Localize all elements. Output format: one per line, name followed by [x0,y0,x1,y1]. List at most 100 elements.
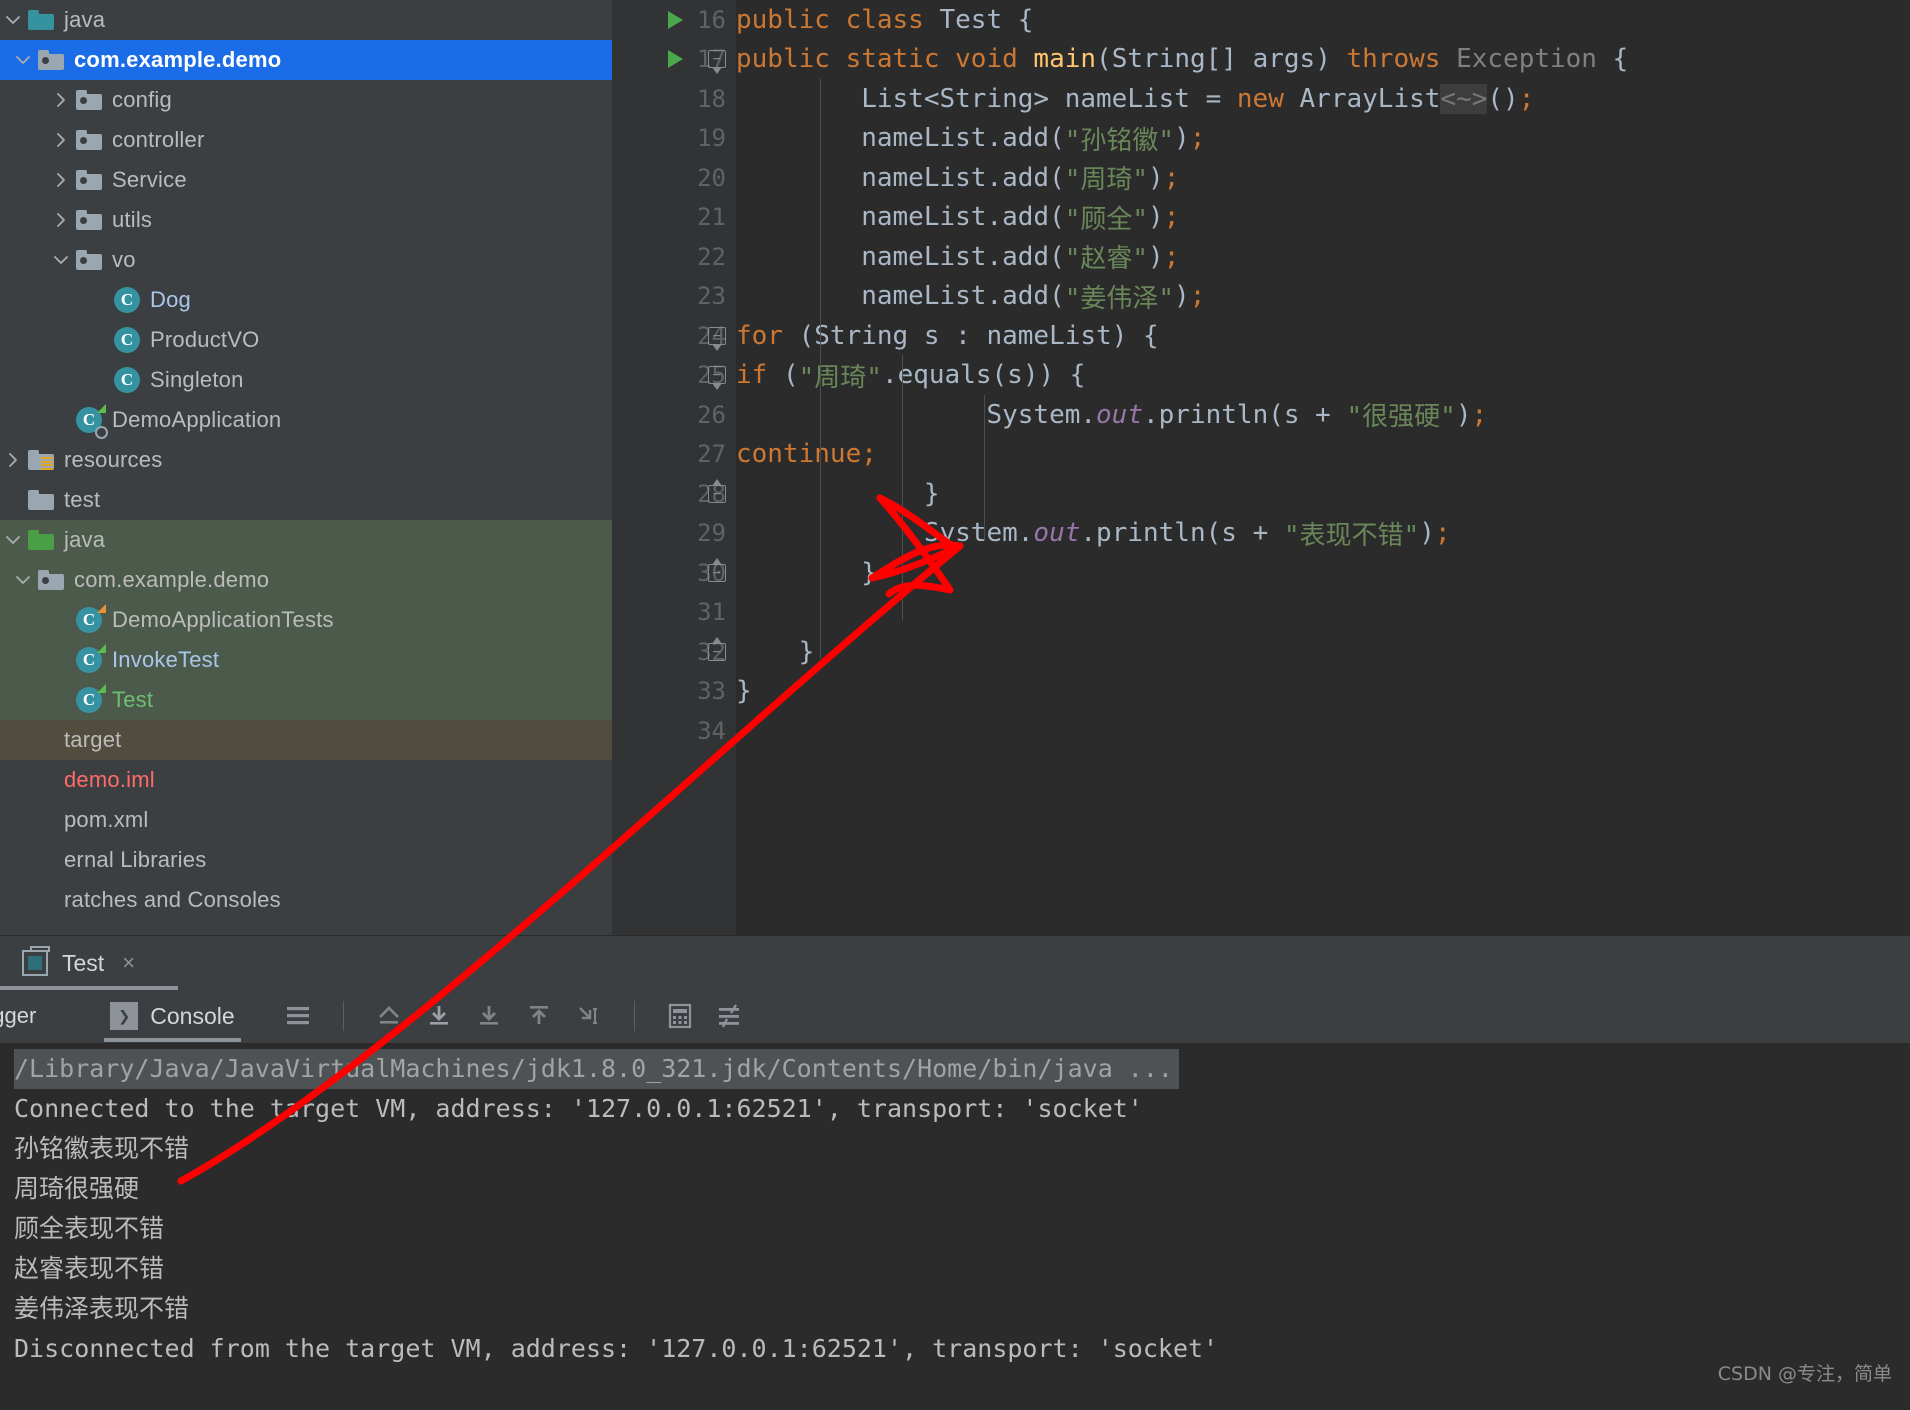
fold-collapse-icon[interactable]: − [708,642,726,661]
tree-item-resources[interactable]: resources [0,440,612,480]
run-gutter-icon[interactable] [668,50,683,69]
gutter-line-28[interactable]: −28 [612,474,736,514]
tree-item-com-example-demo[interactable]: com.example.demo [0,560,612,600]
console-output[interactable]: /Library/Java/JavaVirtualMachines/jdk1.8… [0,1043,1910,1410]
run-tab-test[interactable]: Test × [0,936,178,990]
editor-gutter[interactable]: 16 −17 18 19 20 21 22 23 −24−25 26 27 −28 29 −30 31 −32… [612,0,736,935]
gutter-line-30[interactable]: −30 [612,553,736,593]
fold-collapse-icon[interactable]: − [708,326,726,345]
tree-item-service[interactable]: Service [0,160,612,200]
tab-debugger[interactable]: ugger [0,990,36,1042]
code-line-22[interactable]: nameList.add("赵睿"); [736,237,1910,277]
gutter-line-25[interactable]: −25 [612,356,736,396]
tree-item-pom-xml[interactable]: pom.xml [0,800,612,840]
chevron-right-icon[interactable] [48,200,74,240]
gutter-line-20[interactable]: 20 [612,158,736,198]
code-line-25[interactable]: if ("周琦" .equals(s)) { [736,356,1910,396]
gutter-line-17[interactable]: −17 [612,40,736,80]
chevron-down-icon[interactable] [10,560,36,600]
scroll-down-icon[interactable] [424,1001,454,1031]
chevron-down-icon[interactable] [0,520,26,560]
gutter-line-22[interactable]: 22 [612,237,736,277]
code-line-20[interactable]: nameList.add("周琦"); [736,158,1910,198]
tree-item-demo-iml[interactable]: demo.iml [0,760,612,800]
gutter-line-31[interactable]: 31 [612,593,736,633]
gutter-line-18[interactable]: 18 [612,79,736,119]
chevron-right-icon[interactable] [48,160,74,200]
tree-item-invoketest[interactable]: C InvokeTest [0,640,612,680]
chevron-down-icon[interactable] [10,40,36,80]
print-lines-icon[interactable] [283,1001,313,1031]
settings-lines-icon[interactable] [715,1001,745,1031]
fold-collapse-icon[interactable]: − [708,366,726,385]
tree-item-demoapplication[interactable]: C DemoApplication [0,400,612,440]
code-line-34[interactable] [736,711,1910,751]
code-line-30[interactable]: } [736,553,1910,593]
project-tree-panel[interactable]: java com.example.demo config controller Serv… [0,0,612,935]
chevron-right-icon[interactable] [48,120,74,160]
rerun-icon[interactable] [374,1001,404,1031]
code-line-19[interactable]: nameList.add("孙铭徽"); [736,119,1910,159]
step-up-icon[interactable] [524,1001,554,1031]
project-tree-list[interactable]: java com.example.demo config controller Serv… [0,0,612,920]
console-action-icons[interactable] [283,1001,745,1031]
tree-item-productvo[interactable]: C ProductVO [0,320,612,360]
code-line-24[interactable]: for (String s : nameList) { [736,316,1910,356]
tree-item-controller[interactable]: controller [0,120,612,160]
gutter-line-33[interactable]: 33 [612,672,736,712]
step-down-icon[interactable] [474,1001,504,1031]
code-line-26[interactable]: System. out .println(s + "很强硬"); [736,395,1910,435]
code-line-28[interactable]: } [736,474,1910,514]
code-editor[interactable]: 16 −17 18 19 20 21 22 23 −24−25 26 27 −28 29 −30 31 −32… [612,0,1910,935]
tree-item-test[interactable]: test [0,480,612,520]
gutter-line-21[interactable]: 21 [612,198,736,238]
soft-wrap-icon[interactable] [574,1001,604,1031]
gutter-line-29[interactable]: 29 [612,514,736,554]
gutter-line-34[interactable]: 34 [612,711,736,751]
tree-item-ernal-libraries[interactable]: ernal Libraries [0,840,612,880]
gutter-line-27[interactable]: 27 [612,435,736,475]
tree-item-config[interactable]: config [0,80,612,120]
fold-collapse-icon[interactable]: − [708,484,726,503]
console-toolbar[interactable]: ugger ❯ Console [0,990,1910,1042]
tree-item-dog[interactable]: C Dog [0,280,612,320]
code-line-16[interactable]: public class Test { [736,0,1910,40]
run-gutter-icon[interactable] [668,10,683,29]
code-line-23[interactable]: nameList.add("姜伟泽"); [736,277,1910,317]
code-line-18[interactable]: List<String> nameList = new ArrayList <~>… [736,79,1910,119]
tree-item-test[interactable]: C Test [0,680,612,720]
tree-item-target[interactable]: target [0,720,612,760]
code-line-31[interactable] [736,593,1910,633]
chevron-down-icon[interactable] [48,240,74,280]
tab-console[interactable]: ❯ Console [104,990,241,1042]
tree-item-demoapplicationtests[interactable]: C DemoApplicationTests [0,600,612,640]
tree-item-singleton[interactable]: C Singleton [0,360,612,400]
code-line-21[interactable]: nameList.add("顾全"); [736,198,1910,238]
gutter-line-16[interactable]: 16 [612,0,736,40]
run-tool-window[interactable]: Test × ugger ❯ Console [0,935,1910,1410]
code-text-area[interactable]: public class Test { public static void m… [736,0,1910,935]
code-line-27[interactable]: continue; [736,435,1910,475]
fold-collapse-icon[interactable]: − [708,563,726,582]
tree-item-utils[interactable]: utils [0,200,612,240]
tree-item-java[interactable]: java [0,0,612,40]
code-line-17[interactable]: public static void main (String[] args) t… [736,40,1910,80]
tree-item-java[interactable]: java [0,520,612,560]
gutter-line-32[interactable]: −32 [612,632,736,672]
fold-collapse-icon[interactable]: − [708,50,726,69]
gutter-line-19[interactable]: 19 [612,119,736,159]
run-tab-strip[interactable]: Test × [0,936,1910,990]
code-line-33[interactable]: } [736,672,1910,712]
code-line-29[interactable]: System. out .println(s + "表现不错"); [736,514,1910,554]
tree-item-ratches-and-consoles[interactable]: ratches and Consoles [0,880,612,920]
chevron-right-icon[interactable] [48,80,74,120]
code-line-32[interactable]: } [736,632,1910,672]
gutter-line-24[interactable]: −24 [612,316,736,356]
close-icon[interactable]: × [122,950,135,976]
tree-item-vo[interactable]: vo [0,240,612,280]
chevron-right-icon[interactable] [0,440,26,480]
chevron-down-icon[interactable] [0,0,26,40]
calculator-icon[interactable] [665,1001,695,1031]
gutter-line-26[interactable]: 26 [612,395,736,435]
gutter-line-23[interactable]: 23 [612,277,736,317]
